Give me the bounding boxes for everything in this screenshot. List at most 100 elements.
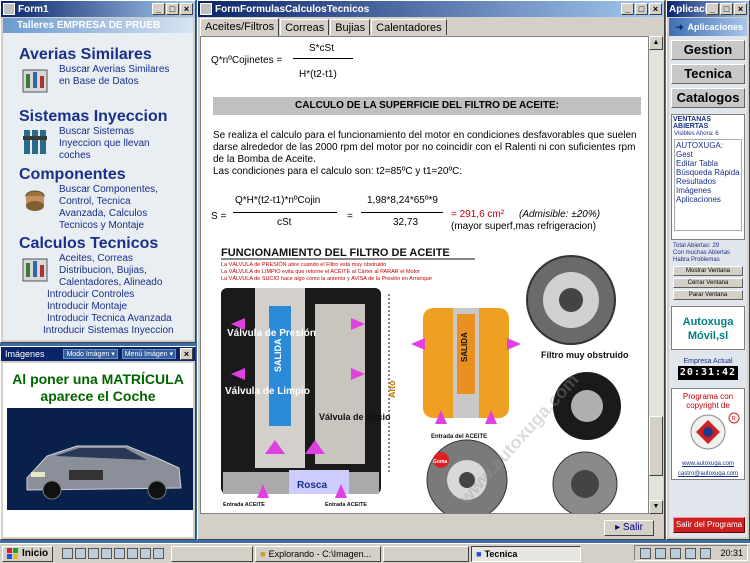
link-introducir-montaje[interactable]: Introducir Montaje xyxy=(47,301,127,312)
stop-window-button[interactable]: Parar Ventana xyxy=(673,290,743,300)
search-icon[interactable] xyxy=(127,548,139,559)
link-inyeccion-1[interactable]: Buscar Sistemas xyxy=(59,126,150,138)
list-item[interactable]: AUTOXUGA: Gest xyxy=(676,141,740,159)
link-introducir-controles[interactable]: Introducir Controles xyxy=(47,289,134,300)
list-item[interactable]: Editar Tabla xyxy=(676,159,740,168)
section-calculos: Calculos Tecnicos Aceites, Correas Distr… xyxy=(3,235,193,289)
maximize-button[interactable]: □ xyxy=(635,3,648,15)
scroll-up-button[interactable]: ▲ xyxy=(649,36,663,50)
email-link[interactable]: castro@autoxuga.com xyxy=(672,471,744,477)
tab-correas[interactable]: Correas xyxy=(280,19,330,35)
formulas-titlebar[interactable]: FormFormulasCalculosTecnicos _ □ × xyxy=(198,1,664,17)
link-calculos-3[interactable]: Calentadores, Alineado xyxy=(59,277,162,289)
minimize-button[interactable]: _ xyxy=(152,3,165,15)
close-button[interactable]: × xyxy=(180,348,193,360)
mode-image-select[interactable]: Modo Imágen ▾ xyxy=(63,349,118,359)
database-icon[interactable] xyxy=(21,66,49,96)
warning-2: Habra Problemas xyxy=(673,257,720,263)
list-item[interactable]: Resultados xyxy=(676,177,740,186)
link-inyeccion-2[interactable]: Inyeccion que llevan xyxy=(59,138,150,150)
gestion-button[interactable]: Gestion xyxy=(671,40,745,60)
open-windows-list[interactable]: AUTOXUGA: Gest Editar Tabla Búsqueda Ráp… xyxy=(674,139,742,231)
show-window-button[interactable]: Mostrar Ventana xyxy=(673,266,743,276)
link-introducir-tecnica[interactable]: Introducir Tecnica Avanzada xyxy=(47,313,172,324)
link-introducir-sistemas[interactable]: Introducir Sistemas Inyeccion xyxy=(43,325,174,336)
link-calculos-2[interactable]: Distribucion, Bujias, xyxy=(59,265,162,277)
taskbar-tecnica-label: Tecnica xyxy=(484,548,518,559)
paragraph-text: Se realiza el calculo para el funcionami… xyxy=(213,130,637,165)
taskbar-item-tecnica[interactable]: ■ Tecnica xyxy=(471,545,582,562)
minimize-button[interactable]: _ xyxy=(706,3,719,15)
link-averias-1[interactable]: Buscar Averias Similares xyxy=(59,64,169,76)
apps-header-label: Aplicaciones xyxy=(687,22,743,32)
link-componentes-3[interactable]: Avanzada, Calculos xyxy=(59,208,158,220)
start-button[interactable]: Inicio xyxy=(2,545,54,562)
component-icon[interactable] xyxy=(21,186,49,216)
close-button[interactable]: × xyxy=(649,3,662,15)
close-button[interactable]: × xyxy=(734,3,747,15)
close-button[interactable]: × xyxy=(180,3,193,15)
minimize-button[interactable]: _ xyxy=(621,3,634,15)
taskbar-item-empty[interactable] xyxy=(171,545,254,562)
form1-titlebar[interactable]: Form1 _ □ × xyxy=(1,1,195,17)
outlook-icon[interactable] xyxy=(75,548,87,559)
list-item[interactable]: Aplicaciones xyxy=(676,195,740,204)
calculator-icon[interactable] xyxy=(21,255,49,285)
imagenes-titlebar[interactable]: Imágenes Modo Imágen ▾ Menú Imágen ▾ × xyxy=(1,347,195,361)
monitor-icon[interactable] xyxy=(685,547,697,559)
menu-image-label: Menú Imágen xyxy=(124,351,168,358)
ie-icon[interactable] xyxy=(62,548,74,559)
tecnica-button[interactable]: Tecnica xyxy=(671,64,745,84)
injector-icon[interactable] xyxy=(21,128,49,158)
section-title-inyeccion[interactable]: Sistemas Inyeccion xyxy=(3,108,193,126)
link-calculos-1[interactable]: Aceites, Correas xyxy=(59,253,162,265)
apps-titlebar[interactable]: Aplicacion _ □ × xyxy=(667,1,749,17)
formula1-lhs: Q*nºCojinetes = xyxy=(211,55,283,66)
section-title-calculos[interactable]: Calculos Tecnicos xyxy=(3,235,193,253)
media-icon[interactable] xyxy=(101,548,113,559)
taskbar-item-blank[interactable] xyxy=(383,545,470,562)
vertical-scrollbar[interactable]: ▲ ▼ xyxy=(649,36,663,514)
diagram-line3: La VÁLVULA de SUCIO hace algo como la an… xyxy=(221,275,432,282)
network-icon[interactable] xyxy=(640,547,652,559)
link-componentes-2[interactable]: Control, Tecnica xyxy=(59,196,158,208)
salir-button[interactable]: ▸ Salir xyxy=(604,520,654,536)
link-averias-2[interactable]: en Base de Datos xyxy=(59,76,169,88)
website-link[interactable]: www.autoxuga.com xyxy=(672,461,744,467)
tab-bujias[interactable]: Bujias xyxy=(330,19,371,35)
maximize-button[interactable]: □ xyxy=(166,3,179,15)
tab-calentadores[interactable]: Calentadores xyxy=(371,19,447,35)
section-title-averias[interactable]: Averias Similares xyxy=(3,46,193,64)
menu-image-select[interactable]: Menú Imágen ▾ xyxy=(121,349,176,359)
formulas-window: FormFormulasCalculosTecnicos _ □ × Aceit… xyxy=(197,0,665,540)
start-label: Inicio xyxy=(22,548,49,559)
catalogos-button[interactable]: Catalogos xyxy=(671,88,745,108)
tool-icon[interactable] xyxy=(153,548,165,559)
close-window-button[interactable]: Cerrar Ventana xyxy=(673,278,743,288)
printer-icon[interactable] xyxy=(700,547,712,559)
link-componentes-1[interactable]: Buscar Componentes, xyxy=(59,184,158,196)
section-title-componentes[interactable]: Componentes xyxy=(3,166,193,184)
link-componentes-4[interactable]: Tecnicos y Montaje xyxy=(59,220,158,232)
app-icon[interactable] xyxy=(140,548,152,559)
diagram-line2: La VÁLVULA de LIMPIO evita que retorne e… xyxy=(221,268,420,275)
tab-aceites[interactable]: Aceites/Filtros xyxy=(200,18,280,36)
list-item[interactable]: Imágenes xyxy=(676,186,740,195)
antivirus-icon[interactable] xyxy=(670,547,682,559)
taskbar: Inicio ■ Explorando - C:\Imagen... ■ Tecni… xyxy=(0,543,750,563)
taskbar-item-explorer[interactable]: ■ Explorando - C:\Imagen... xyxy=(255,545,382,562)
exit-program-button[interactable]: Salir del Programa xyxy=(673,517,745,533)
maximize-button[interactable]: □ xyxy=(720,3,733,15)
tray-clock[interactable]: 20:31 xyxy=(720,548,743,558)
scroll-thumb[interactable] xyxy=(649,416,663,476)
list-item[interactable]: Búsqueda Rápida xyxy=(676,168,740,177)
formula-content[interactable]: Q*nºCojinetes = S*cSt H*(t2-t1) CALCULO … xyxy=(200,36,649,514)
scroll-down-button[interactable]: ▼ xyxy=(649,500,663,514)
folder-icon[interactable] xyxy=(114,548,126,559)
volume-icon[interactable] xyxy=(655,547,667,559)
desktop-icon[interactable] xyxy=(88,548,100,559)
total-open: Total Abiertas: 29 xyxy=(673,243,720,249)
link-inyeccion-3[interactable]: coches xyxy=(59,150,150,162)
open-windows-title: VENTANAS ABIERTAS xyxy=(673,116,711,130)
formula2-den1: cSt xyxy=(277,217,292,228)
